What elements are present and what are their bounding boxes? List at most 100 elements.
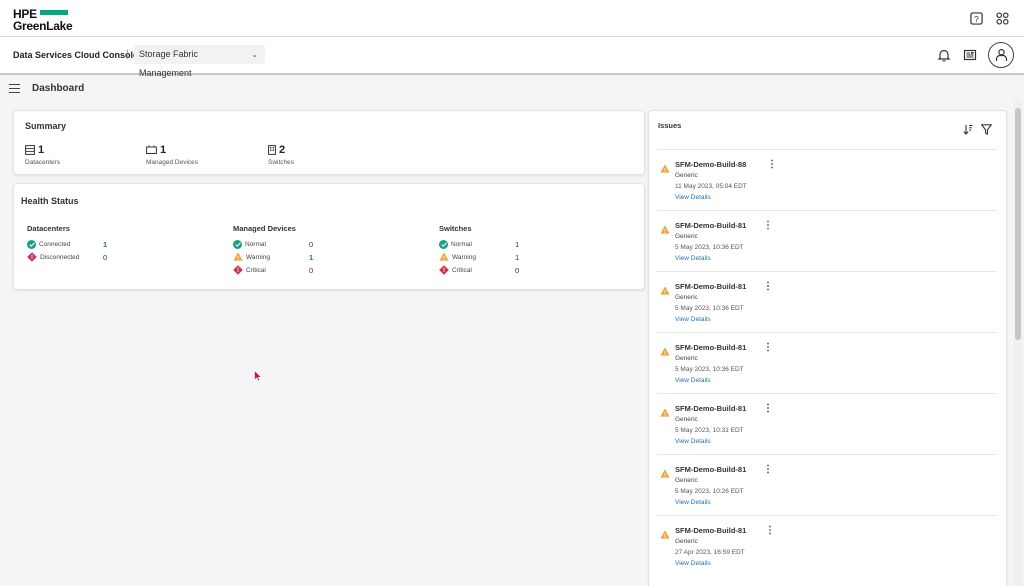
svg-text:!: ! <box>237 256 239 261</box>
issue-name: SFM-Demo-Build-81 <box>675 343 747 352</box>
news-icon[interactable] <box>962 47 978 63</box>
health-row-label: Warning <box>246 254 270 261</box>
issue-date: 5 May 2023, 10:26 EDT <box>675 488 744 495</box>
issue-item[interactable]: ! SFM-Demo-Build-88 ⋮ Generic 11 May 202… <box>657 149 997 210</box>
issue-item[interactable]: ! SFM-Demo-Build-81 ⋮ Generic 5 May 2023… <box>657 454 997 515</box>
issue-item[interactable]: ! SFM-Demo-Build-81 ⋮ Generic 5 May 2023… <box>657 332 997 393</box>
view-details-link[interactable]: View Details <box>675 499 711 506</box>
health-datacenters: Datacenters Connected 1 ! Disconnected 0 <box>27 224 107 264</box>
view-details-link[interactable]: View Details <box>675 194 711 201</box>
more-actions-icon[interactable]: ⋮ <box>765 525 775 536</box>
summary-title: Summary <box>25 121 67 131</box>
health-switches-title: Switches <box>439 224 472 233</box>
issue-item[interactable]: ! SFM-Demo-Build-81 ⋮ Generic 5 May 2023… <box>657 271 997 332</box>
view-details-link[interactable]: View Details <box>675 316 711 323</box>
page-title: Dashboard <box>32 83 85 94</box>
view-details-link[interactable]: View Details <box>675 255 711 262</box>
issue-name: SFM-Demo-Build-81 <box>675 282 747 291</box>
issue-item[interactable]: ! SFM-Demo-Build-81 ⋮ Generic 5 May 2023… <box>657 210 997 271</box>
datacenter-icon <box>25 145 35 155</box>
health-row-disconnected: ! Disconnected 0 <box>27 251 107 264</box>
warning-icon: ! <box>660 526 670 544</box>
health-count-link[interactable]: 1 <box>103 240 107 249</box>
issue-category: Generic <box>675 538 698 545</box>
health-row-warning: ! Warning 1 <box>439 251 519 264</box>
health-count: 1 <box>515 253 520 262</box>
svg-text:!: ! <box>664 351 666 356</box>
logo-text-greenlake: GreenLake <box>13 19 73 33</box>
sort-icon[interactable] <box>963 122 973 140</box>
hamburger-menu-icon[interactable] <box>9 84 20 93</box>
health-row-label: Warning <box>452 254 476 261</box>
svg-text:!: ! <box>664 229 666 234</box>
warning-icon: ! <box>660 160 670 178</box>
notification-bell-icon[interactable] <box>936 47 952 63</box>
summary-stat-value: 2 <box>279 144 286 156</box>
summary-stat-value: 1 <box>160 144 167 156</box>
help-icon[interactable]: ? <box>968 10 984 26</box>
view-details-link[interactable]: View Details <box>675 438 711 445</box>
warning-icon: ! <box>660 465 670 483</box>
issue-name: SFM-Demo-Build-88 <box>675 160 747 169</box>
status-critical-icon: ! <box>27 251 37 264</box>
page-scrollbar[interactable] <box>1014 100 1022 586</box>
header-separator: | <box>126 49 129 60</box>
filter-icon[interactable] <box>981 122 992 140</box>
issue-date: 5 May 2023, 10:31 EDT <box>675 427 744 434</box>
status-ok-icon <box>27 240 36 249</box>
status-critical-icon: ! <box>233 264 243 277</box>
issue-category: Generic <box>675 416 698 423</box>
issues-panel: Issues ! SFM-Demo-Build-88 ⋮ Generic 11 … <box>648 110 1007 586</box>
more-actions-icon[interactable]: ⋮ <box>763 220 773 231</box>
issue-date: 27 Apr 2023, 16:59 EDT <box>675 549 745 556</box>
health-devices-title: Managed Devices <box>233 224 296 233</box>
svg-text:!: ! <box>664 290 666 295</box>
health-count: 0 <box>103 253 108 262</box>
issue-category: Generic <box>675 294 698 301</box>
summary-stat-label: Switches <box>268 159 295 166</box>
apps-grid-icon[interactable] <box>994 10 1010 26</box>
issue-category: Generic <box>675 477 698 484</box>
logo-accent-bar <box>40 10 68 15</box>
more-actions-icon[interactable]: ⋮ <box>767 159 777 170</box>
status-ok-icon <box>233 240 242 249</box>
scrollbar-thumb[interactable] <box>1015 108 1021 340</box>
health-status-card: Health Status Datacenters Connected 1 ! D… <box>13 183 645 290</box>
summary-stat-managed-devices: 1 Managed Devices <box>146 144 198 166</box>
chevron-down-icon: ⌄ <box>251 50 258 59</box>
view-details-link[interactable]: View Details <box>675 377 711 384</box>
health-count: 0 <box>309 266 314 275</box>
health-row-label: Disconnected <box>40 254 80 261</box>
issue-item[interactable]: ! SFM-Demo-Build-81 ⋮ Generic 5 May 2023… <box>657 393 997 454</box>
more-actions-icon[interactable]: ⋮ <box>763 281 773 292</box>
console-name[interactable]: Data Services Cloud Console <box>13 50 138 60</box>
svg-text:!: ! <box>237 268 239 274</box>
view-details-link[interactable]: View Details <box>675 560 711 567</box>
health-row-label: Critical <box>246 267 266 274</box>
health-switches: Switches Normal 1 ! Warning 1 ! Critical 0 <box>439 224 519 277</box>
svg-text:!: ! <box>31 255 33 261</box>
issue-name: SFM-Demo-Build-81 <box>675 221 747 230</box>
health-row-critical: ! Critical 0 <box>233 264 313 277</box>
health-count-link[interactable]: 1 <box>309 253 313 262</box>
health-row-normal: Normal 1 <box>439 238 519 251</box>
health-count: 1 <box>515 240 520 249</box>
console-header: Data Services Cloud Console | Storage Fa… <box>0 37 1024 78</box>
service-selector[interactable]: Storage Fabric Management ⌄ <box>134 45 265 78</box>
summary-stat-value: 1 <box>38 144 45 156</box>
health-managed-devices: Managed Devices Normal 0 ! Warning 1 ! Cri… <box>233 224 313 277</box>
issue-item[interactable]: ! SFM-Demo-Build-81 ⋮ Generic 27 Apr 202… <box>657 515 997 576</box>
issue-date: 11 May 2023, 05:04 EDT <box>675 183 747 190</box>
issue-date: 5 May 2023, 10:36 EDT <box>675 366 744 373</box>
top-bar: HPE GreenLake ? <box>0 0 1024 37</box>
more-actions-icon[interactable]: ⋮ <box>763 403 773 414</box>
status-critical-icon: ! <box>439 264 449 277</box>
more-actions-icon[interactable]: ⋮ <box>763 342 773 353</box>
health-row-connected: Connected 1 <box>27 238 107 251</box>
health-row-warning: ! Warning 1 <box>233 251 313 264</box>
user-avatar-icon[interactable] <box>988 42 1014 68</box>
health-row-critical: ! Critical 0 <box>439 264 519 277</box>
status-warning-icon: ! <box>439 252 449 263</box>
more-actions-icon[interactable]: ⋮ <box>763 464 773 475</box>
issue-name: SFM-Demo-Build-81 <box>675 404 747 413</box>
